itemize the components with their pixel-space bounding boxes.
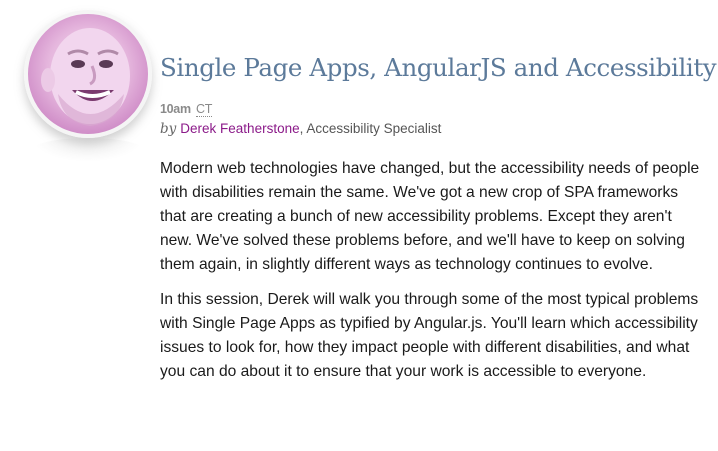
session-title: Single Page Apps, AngularJS and Accessib… [160, 53, 717, 82]
session-time: 10am CT [160, 102, 213, 117]
speaker-photo-icon [41, 28, 130, 126]
timezone-abbr: CT [195, 102, 213, 117]
description-paragraph: Modern web technologies have changed, bu… [160, 160, 700, 273]
speaker-role: , Accessibility Specialist [299, 121, 442, 136]
session-page: Single Page Apps, AngularJS and Accessib… [0, 0, 718, 451]
session-description: Modern web technologies have changed, bu… [160, 157, 708, 395]
speaker-avatar [24, 10, 152, 138]
by-label: by [160, 121, 177, 137]
session-time-value: 10am [160, 102, 191, 116]
session-byline: by Derek Featherstone, Accessibility Spec… [160, 121, 441, 137]
avatar-reflection [32, 138, 144, 162]
speaker-name-link[interactable]: Derek Featherstone [180, 121, 299, 136]
description-paragraph: In this session, Derek will walk you thr… [160, 291, 699, 380]
speaker-avatar-container [24, 10, 154, 162]
